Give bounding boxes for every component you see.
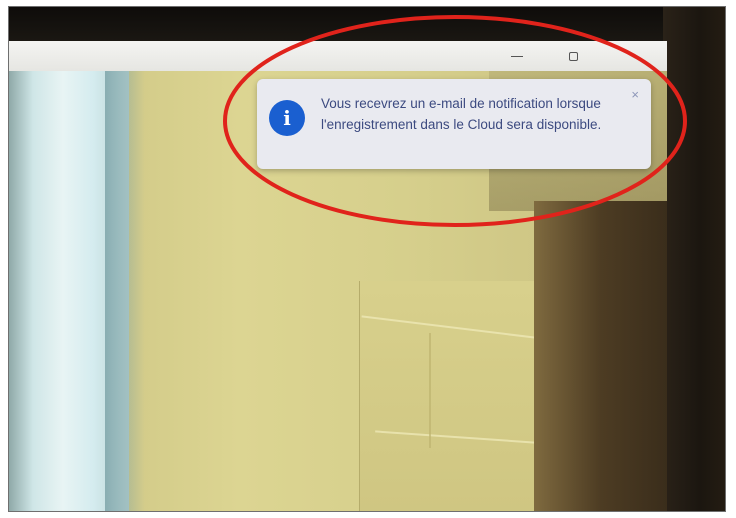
monitor-bezel-right xyxy=(663,7,725,511)
monitor-bezel-top xyxy=(9,7,725,41)
wall-panel xyxy=(359,281,550,511)
window-titlebar xyxy=(9,41,667,72)
info-icon: i xyxy=(269,100,305,136)
notification-message: Vous recevrez un e-mail de notification … xyxy=(321,96,602,132)
panel-seam-vertical xyxy=(429,333,431,448)
curtain-edge xyxy=(105,71,145,511)
screen: i Vous recevrez un e-mail de notificatio… xyxy=(9,41,667,511)
info-icon-glyph: i xyxy=(283,106,291,130)
maximize-button[interactable] xyxy=(551,41,595,71)
photo-frame: i Vous recevrez un e-mail de notificatio… xyxy=(8,6,726,512)
maximize-icon xyxy=(568,51,578,61)
minimize-icon xyxy=(511,55,523,57)
close-icon[interactable]: × xyxy=(631,87,639,102)
door-shadow xyxy=(534,201,667,511)
minimize-button[interactable] xyxy=(495,41,539,71)
notification-toast: i Vous recevrez un e-mail de notificatio… xyxy=(257,79,651,169)
